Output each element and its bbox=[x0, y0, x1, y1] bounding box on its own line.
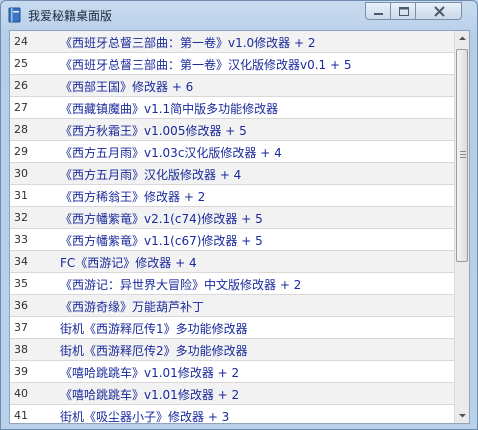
row-number: 35 bbox=[14, 277, 28, 290]
book-icon bbox=[8, 7, 22, 23]
maximize-icon bbox=[399, 7, 409, 16]
row-number: 38 bbox=[14, 343, 28, 356]
trainer-link[interactable]: FC《西游记》修改器 + 4 bbox=[60, 254, 197, 271]
scrollbar-thumb[interactable] bbox=[456, 49, 468, 262]
trainer-link[interactable]: 《西方五月雨》汉化版修改器 + 4 bbox=[60, 166, 241, 183]
row-number: 29 bbox=[14, 145, 28, 158]
list-item[interactable]: 32 《西方幡紫竜》v2.1(c74)修改器 + 5 bbox=[10, 207, 454, 229]
scroll-up-button[interactable] bbox=[455, 31, 469, 46]
trainer-link[interactable]: 《西游奇缘》万能葫芦补丁 bbox=[60, 298, 204, 315]
vertical-scrollbar[interactable] bbox=[454, 31, 469, 423]
trainer-link[interactable]: 街机《西游释厄传1》多功能修改器 bbox=[60, 320, 248, 337]
close-button[interactable] bbox=[415, 2, 462, 20]
game-list-panel: 24 《西班牙总督三部曲：第一卷》v1.0修改器 + 2 25 《西班牙总督三部曲：第… bbox=[9, 30, 470, 424]
trainer-link[interactable]: 《西方幡紫竜》v2.1(c74)修改器 + 5 bbox=[60, 210, 263, 227]
minimize-button[interactable] bbox=[365, 2, 391, 20]
row-number: 25 bbox=[14, 57, 28, 70]
list-item[interactable]: 28 《西方秋霜王》v1.005修改器 + 5 bbox=[10, 119, 454, 141]
list-item[interactable]: 38 街机《西游释厄传2》多功能修改器 bbox=[10, 339, 454, 361]
list-item[interactable]: 37 街机《西游释厄传1》多功能修改器 bbox=[10, 317, 454, 339]
maximize-button[interactable] bbox=[390, 2, 416, 20]
row-number: 26 bbox=[14, 79, 28, 92]
list-item[interactable]: 35 《西游记：异世界大冒险》中文版修改器 + 2 bbox=[10, 273, 454, 295]
list-item[interactable]: 26 《西部王国》修改器 + 6 bbox=[10, 75, 454, 97]
row-number: 24 bbox=[14, 35, 28, 48]
minimize-icon bbox=[374, 13, 383, 15]
list-item[interactable]: 30 《西方五月雨》汉化版修改器 + 4 bbox=[10, 163, 454, 185]
scroll-down-arrow-icon bbox=[459, 414, 466, 418]
trainer-link[interactable]: 《嘻哈跳跳车》v1.01修改器 + 2 bbox=[60, 364, 239, 381]
row-number: 41 bbox=[14, 409, 28, 422]
row-number: 28 bbox=[14, 123, 28, 136]
row-number: 36 bbox=[14, 299, 28, 312]
list-item[interactable]: 27 《西藏镇魔曲》v1.1简中版多功能修改器 bbox=[10, 97, 454, 119]
row-number: 37 bbox=[14, 321, 28, 334]
trainer-link[interactable]: 《西方稀翁王》修改器 + 2 bbox=[60, 188, 205, 205]
list-item[interactable]: 31 《西方稀翁王》修改器 + 2 bbox=[10, 185, 454, 207]
row-number: 27 bbox=[14, 101, 28, 114]
row-number: 39 bbox=[14, 365, 28, 378]
list-item[interactable]: 39 《嘻哈跳跳车》v1.01修改器 + 2 bbox=[10, 361, 454, 383]
row-number: 34 bbox=[14, 255, 28, 268]
list-item[interactable]: 36 《西游奇缘》万能葫芦补丁 bbox=[10, 295, 454, 317]
grip-icon bbox=[460, 151, 466, 158]
list-item[interactable]: 34 FC《西游记》修改器 + 4 bbox=[10, 251, 454, 273]
trainer-link[interactable]: 《西部王国》修改器 + 6 bbox=[60, 78, 193, 95]
row-number: 33 bbox=[14, 233, 28, 246]
app-window: 我爱秘籍桌面版 24 《西班牙总督三部曲：第一卷》v1.0修改器 + 2 25 《西 bbox=[0, 0, 478, 430]
title-bar[interactable]: 我爱秘籍桌面版 bbox=[1, 1, 477, 29]
scroll-down-button[interactable] bbox=[455, 408, 469, 423]
trainer-list: 24 《西班牙总督三部曲：第一卷》v1.0修改器 + 2 25 《西班牙总督三部曲：第… bbox=[10, 31, 454, 423]
list-item[interactable]: 33 《西方幡紫竜》v1.1(c67)修改器 + 5 bbox=[10, 229, 454, 251]
trainer-link[interactable]: 《西方五月雨》v1.03c汉化版修改器 + 4 bbox=[60, 144, 282, 161]
scroll-up-arrow-icon bbox=[459, 36, 466, 40]
row-number: 31 bbox=[14, 189, 28, 202]
trainer-link[interactable]: 街机《西游释厄传2》多功能修改器 bbox=[60, 342, 248, 359]
trainer-link[interactable]: 《西班牙总督三部曲：第一卷》v1.0修改器 + 2 bbox=[60, 34, 316, 51]
close-icon bbox=[434, 6, 445, 17]
list-item[interactable]: 41 街机《吸尘器小子》修改器 + 3 bbox=[10, 405, 454, 423]
trainer-link[interactable]: 《西方秋霜王》v1.005修改器 + 5 bbox=[60, 122, 247, 139]
list-item[interactable]: 25 《西班牙总督三部曲：第一卷》汉化版修改器v0.1 + 5 bbox=[10, 53, 454, 75]
trainer-link[interactable]: 《西班牙总督三部曲：第一卷》汉化版修改器v0.1 + 5 bbox=[60, 56, 352, 73]
list-item[interactable]: 29 《西方五月雨》v1.03c汉化版修改器 + 4 bbox=[10, 141, 454, 163]
trainer-link[interactable]: 《西游记：异世界大冒险》中文版修改器 + 2 bbox=[60, 276, 301, 293]
trainer-link[interactable]: 《西藏镇魔曲》v1.1简中版多功能修改器 bbox=[60, 100, 278, 117]
trainer-link[interactable]: 《嘻哈跳跳车》v1.01修改器 + 2 bbox=[60, 386, 239, 403]
trainer-link[interactable]: 街机《吸尘器小子》修改器 + 3 bbox=[60, 408, 229, 423]
row-number: 32 bbox=[14, 211, 28, 224]
window-title: 我爱秘籍桌面版 bbox=[28, 9, 113, 23]
row-number: 30 bbox=[14, 167, 28, 180]
list-item[interactable]: 40 《嘻哈跳跳车》v1.01修改器 + 2 bbox=[10, 383, 454, 405]
row-number: 40 bbox=[14, 387, 28, 400]
trainer-link[interactable]: 《西方幡紫竜》v1.1(c67)修改器 + 5 bbox=[60, 232, 263, 249]
list-item[interactable]: 24 《西班牙总督三部曲：第一卷》v1.0修改器 + 2 bbox=[10, 31, 454, 53]
